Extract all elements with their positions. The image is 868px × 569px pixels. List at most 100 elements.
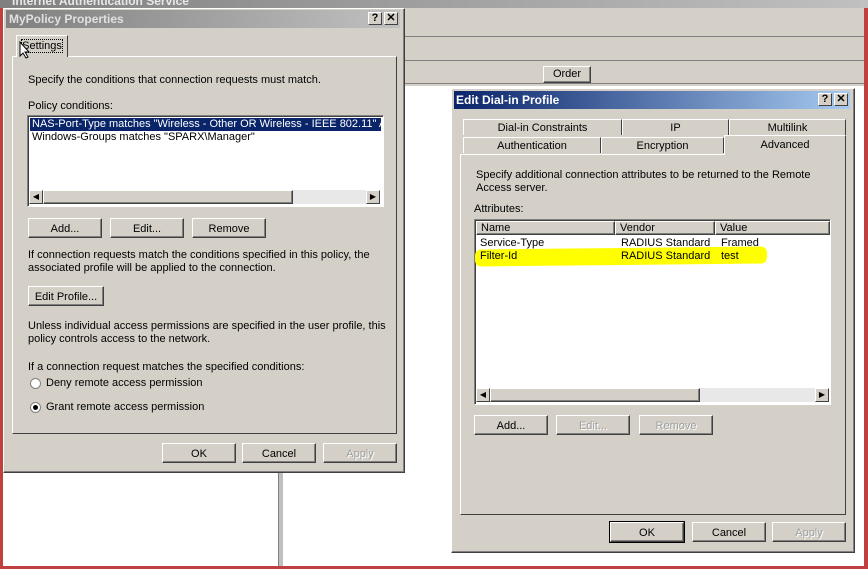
policy-conditions-list[interactable]: NAS-Port-Type matches "Wireless - Other … [27, 115, 384, 207]
attributes-list[interactable]: Name Vendor Value Service-Type RADIUS St… [474, 219, 831, 405]
background-title: Internet Authentication Service [12, 0, 189, 8]
tab-label: Dial-in Constraints [497, 122, 588, 134]
column-label: Name [481, 222, 511, 234]
add-label: Add... [50, 223, 80, 235]
tab-ip[interactable]: IP [622, 119, 729, 135]
condition-item[interactable]: Windows-Groups matches "SPARX\Manager" [30, 131, 381, 144]
edit-attribute-button[interactable]: Edit... [556, 415, 630, 435]
help-button[interactable]: ? [818, 93, 832, 106]
background-divider-2 [398, 60, 868, 61]
order-column-label: Order [552, 68, 582, 80]
attribute-value: test [721, 250, 739, 262]
profile-text-line2: associated profile will be applied to th… [28, 262, 276, 274]
tab-label: Encryption [636, 140, 689, 152]
tab-label: Multilink [767, 122, 808, 134]
tab-label: Authentication [497, 140, 567, 152]
background-divider [398, 36, 868, 37]
condition-item[interactable]: NAS-Port-Type matches "Wireless - Other … [30, 118, 381, 131]
remove-condition-button[interactable]: Remove [192, 218, 266, 238]
help-icon: ? [821, 93, 829, 105]
settings-tab-panel: Specify the conditions that connection r… [12, 56, 397, 434]
tab-multilink[interactable]: Multilink [729, 119, 846, 135]
help-button[interactable]: ? [368, 12, 382, 25]
tab-dialin-constraints[interactable]: Dial-in Constraints [463, 119, 622, 135]
grant-radio[interactable] [30, 402, 41, 413]
ok-label: OK [639, 527, 655, 539]
policy-cancel-button[interactable]: Cancel [242, 443, 316, 463]
advanced-description-line2: Access server. [476, 182, 548, 194]
column-label: Vendor [620, 222, 655, 234]
policy-conditions-label: Policy conditions: [28, 100, 113, 112]
edit-profile-button[interactable]: Edit Profile... [28, 286, 104, 306]
dialin-apply-button[interactable]: Apply [772, 522, 846, 542]
background-list-header [398, 66, 868, 84]
remove-label: Remove [655, 420, 697, 432]
close-button[interactable]: ✕ [834, 93, 848, 106]
column-header-vendor[interactable]: Vendor [615, 221, 715, 235]
edit-condition-button[interactable]: Edit... [110, 218, 184, 238]
dialin-title: Edit Dial-in Profile [456, 93, 560, 107]
order-column-header[interactable]: Order [543, 66, 591, 83]
advanced-tab-panel: Specify additional connection attributes… [460, 154, 846, 515]
dialin-title-bar: Edit Dial-in Profile ? ✕ [454, 91, 850, 109]
close-icon: ✕ [836, 93, 846, 105]
scroll-left-button[interactable]: ◀ [29, 190, 43, 204]
edit-profile-label: Edit Profile... [34, 291, 98, 303]
attribute-row[interactable]: Filter-Id RADIUS Standard test [476, 250, 830, 263]
tab-authentication[interactable]: Authentication [463, 137, 601, 153]
policy-properties-dialog: MyPolicy Properties ? ✕ Settings Specify… [3, 8, 405, 473]
attribute-name: Filter-Id [480, 250, 518, 262]
policy-title: MyPolicy Properties [9, 12, 124, 26]
scroll-thumb[interactable] [490, 388, 700, 402]
remove-label: Remove [208, 223, 250, 235]
scroll-left-button[interactable]: ◀ [476, 388, 490, 402]
policy-apply-button[interactable]: Apply [323, 443, 397, 463]
ok-label: OK [191, 448, 207, 460]
scroll-right-button[interactable]: ▶ [815, 388, 829, 402]
condition-text: Windows-Groups matches "SPARX\Manager" [32, 131, 255, 143]
tab-advanced[interactable]: Advanced [724, 135, 846, 155]
attribute-vendor: RADIUS Standard [621, 250, 711, 262]
close-button[interactable]: ✕ [384, 12, 398, 25]
edit-label: Edit... [132, 223, 162, 235]
cancel-label: Cancel [261, 448, 297, 460]
cursor-icon [19, 40, 31, 62]
permission-text-line2: policy controls access to the network. [28, 333, 211, 345]
instruction-text: Specify the conditions that connection r… [28, 74, 321, 86]
apply-label: Apply [795, 527, 823, 539]
attributes-hscrollbar[interactable]: ◀ ▶ [476, 388, 829, 402]
add-condition-button[interactable]: Add... [28, 218, 102, 238]
policy-ok-button[interactable]: OK [162, 443, 236, 463]
apply-label: Apply [346, 448, 374, 460]
add-label: Add... [496, 420, 526, 432]
policy-title-bar: MyPolicy Properties ? ✕ [6, 10, 400, 28]
scroll-right-button[interactable]: ▶ [366, 190, 380, 204]
background-splitter[interactable] [278, 470, 283, 569]
dialin-ok-button[interactable]: OK [609, 521, 685, 543]
match-conditions-text: If a connection request matches the spec… [28, 361, 305, 373]
column-label: Value [720, 222, 748, 234]
attributes-label: Attributes: [474, 203, 524, 215]
column-header-value[interactable]: Value [715, 221, 830, 235]
advanced-description-line1: Specify additional connection attributes… [476, 169, 811, 181]
close-icon: ✕ [386, 12, 396, 24]
tab-encryption[interactable]: Encryption [601, 137, 724, 153]
scroll-thumb[interactable] [43, 190, 293, 204]
edit-label: Edit... [578, 420, 608, 432]
add-attribute-button[interactable]: Add... [474, 415, 548, 435]
column-header-name[interactable]: Name [476, 221, 615, 235]
tab-label: IP [670, 122, 681, 134]
tab-label: Advanced [760, 139, 810, 151]
edit-dialin-profile-dialog: Edit Dial-in Profile ? ✕ Dial-in Constra… [451, 88, 855, 553]
background-right-edge [864, 8, 868, 569]
conditions-hscrollbar[interactable]: ◀ ▶ [29, 190, 380, 204]
cancel-label: Cancel [711, 527, 747, 539]
remove-attribute-button[interactable]: Remove [639, 415, 713, 435]
deny-radio-label[interactable]: Deny remote access permission [46, 377, 203, 389]
grant-radio-label[interactable]: Grant remote access permission [46, 401, 204, 413]
condition-text: NAS-Port-Type matches "Wireless - Other … [32, 118, 381, 130]
permission-text-line1: Unless individual access permissions are… [28, 320, 386, 332]
dialin-cancel-button[interactable]: Cancel [692, 522, 766, 542]
profile-text-line1: If connection requests match the conditi… [28, 249, 370, 261]
deny-radio[interactable] [30, 378, 41, 389]
